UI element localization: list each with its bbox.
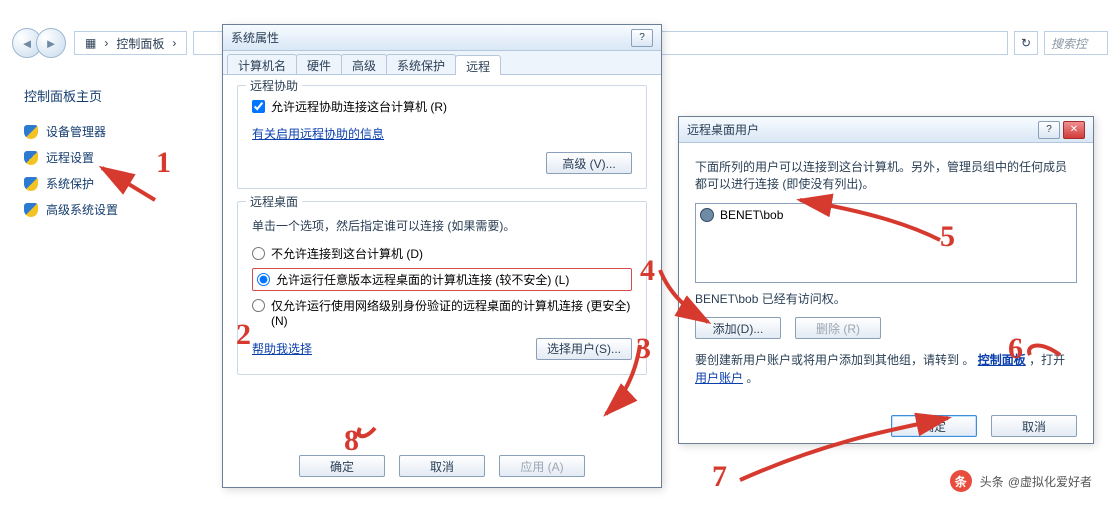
breadcrumb-icon: ▦: [85, 36, 96, 50]
sidebar-item-remote-settings[interactable]: 远程设置: [24, 149, 204, 166]
annotation-7: 7: [712, 460, 727, 494]
radio-allow-any-version[interactable]: 允许运行任意版本远程桌面的计算机连接 (较不安全) (L): [252, 268, 632, 291]
sidebar-item-device-manager[interactable]: 设备管理器: [24, 123, 204, 140]
remote-desktop-group: 远程桌面 单击一个选项，然后指定谁可以连接 (如果需要)。 不允许连接到这台计算…: [237, 201, 647, 375]
intro-text: 下面所列的用户可以连接到这台计算机。另外，管理员组中的任何成员都可以进行连接 (…: [695, 159, 1077, 193]
remote-assist-help-link[interactable]: 有关启用远程协助的信息: [252, 125, 384, 142]
sidebar-item-label: 系统保护: [46, 175, 94, 192]
user-accounts-link[interactable]: 用户账户: [695, 369, 743, 387]
add-user-button[interactable]: 添加(D)...: [695, 317, 781, 339]
ok-button[interactable]: 确定: [299, 455, 385, 477]
apply-button[interactable]: 应用 (A): [499, 455, 585, 477]
help-choose-link[interactable]: 帮助我选择: [252, 340, 312, 357]
sidebar-item-label: 设备管理器: [46, 123, 106, 140]
sidebar-item-system-protection[interactable]: 系统保护: [24, 175, 204, 192]
dialog-titlebar[interactable]: 系统属性 ?: [223, 25, 661, 51]
shield-icon: [24, 151, 38, 165]
dialog-title: 远程桌面用户: [687, 121, 759, 138]
create-user-note: 要创建新用户账户或将用户添加到其他组，请转到 。 控制面板 ，打开 用户账户 。: [695, 351, 1077, 387]
tab-hardware[interactable]: 硬件: [296, 54, 342, 74]
list-item[interactable]: BENET\bob: [700, 208, 1072, 222]
nav-forward-button[interactable]: ►: [36, 28, 66, 58]
dialog-title: 系统属性: [231, 29, 279, 46]
search-input[interactable]: 搜索控: [1044, 31, 1108, 55]
radio-input[interactable]: [252, 247, 265, 260]
tab-computer-name[interactable]: 计算机名: [227, 54, 297, 74]
breadcrumb-sep: ›: [104, 36, 108, 50]
sidebar-title: 控制面板主页: [24, 86, 204, 105]
watermark-author: @虚拟化爱好者: [1008, 473, 1092, 490]
radio-disallow[interactable]: 不允许连接到这台计算机 (D): [252, 245, 632, 262]
remote-assist-advanced-button[interactable]: 高级 (V)...: [546, 152, 632, 174]
help-button[interactable]: ?: [631, 29, 653, 47]
dialog-footer: 确定 取消 应用 (A): [223, 455, 661, 477]
radio-input[interactable]: [257, 273, 270, 286]
remote-desktop-users-dialog: 远程桌面用户 ? ✕ 下面所列的用户可以连接到这台计算机。另外，管理员组中的任何…: [678, 116, 1094, 444]
users-listbox[interactable]: BENET\bob: [695, 203, 1077, 283]
remove-user-button[interactable]: 删除 (R): [795, 317, 881, 339]
select-users-button[interactable]: 选择用户(S)...: [536, 338, 632, 360]
breadcrumb[interactable]: ▦ › 控制面板 ›: [74, 31, 187, 55]
ok-button[interactable]: 确定: [891, 415, 977, 437]
remote-assistance-group: 远程协助 允许远程协助连接这台计算机 (R) 有关启用远程协助的信息 高级 (V…: [237, 85, 647, 189]
shield-icon: [24, 125, 38, 139]
group-legend: 远程协助: [246, 77, 302, 94]
radio-allow-nla-only[interactable]: 仅允许运行使用网络级别身份验证的远程桌面的计算机连接 (更安全) (N): [252, 297, 632, 328]
control-panel-sidebar: 控制面板主页 设备管理器 远程设置 系统保护 高级系统设置: [24, 86, 204, 227]
watermark: 条 头条 @虚拟化爱好者: [950, 470, 1092, 492]
cancel-button[interactable]: 取消: [399, 455, 485, 477]
tab-bar: 计算机名 硬件 高级 系统保护 远程: [223, 51, 661, 75]
watermark-logo-icon: 条: [950, 470, 972, 492]
sidebar-item-label: 高级系统设置: [46, 201, 118, 218]
sidebar-item-advanced-settings[interactable]: 高级系统设置: [24, 201, 204, 218]
user-icon: [700, 208, 714, 222]
radio-label: 允许运行任意版本远程桌面的计算机连接 (较不安全) (L): [276, 271, 569, 288]
close-button[interactable]: ✕: [1063, 121, 1085, 139]
group-legend: 远程桌面: [246, 193, 302, 210]
control-panel-link[interactable]: 控制面板: [978, 351, 1026, 369]
shield-icon: [24, 203, 38, 217]
dialog-titlebar[interactable]: 远程桌面用户 ? ✕: [679, 117, 1093, 143]
radio-label: 不允许连接到这台计算机 (D): [271, 245, 423, 262]
help-button[interactable]: ?: [1038, 121, 1060, 139]
system-properties-dialog: 系统属性 ? 计算机名 硬件 高级 系统保护 远程 远程协助 允许远程协助连接这…: [222, 24, 662, 488]
radio-input[interactable]: [252, 299, 265, 312]
tab-advanced[interactable]: 高级: [341, 54, 387, 74]
checkbox-label: 允许远程协助连接这台计算机 (R): [271, 98, 447, 115]
watermark-prefix: 头条: [980, 473, 1004, 490]
refresh-button[interactable]: ↻: [1014, 31, 1038, 55]
sidebar-item-label: 远程设置: [46, 149, 94, 166]
tab-remote[interactable]: 远程: [455, 55, 501, 75]
group-hint: 单击一个选项，然后指定谁可以连接 (如果需要)。: [252, 218, 632, 235]
radio-label: 仅允许运行使用网络级别身份验证的远程桌面的计算机连接 (更安全) (N): [271, 297, 632, 328]
tab-system-protection[interactable]: 系统保护: [386, 54, 456, 74]
allow-remote-assistance-checkbox[interactable]: 允许远程协助连接这台计算机 (R): [252, 98, 632, 115]
breadcrumb-sep-2: ›: [172, 36, 176, 50]
user-name: BENET\bob: [720, 208, 783, 222]
cancel-button[interactable]: 取消: [991, 415, 1077, 437]
existing-access-note: BENET\bob 已经有访问权。: [695, 291, 1077, 308]
checkbox-input[interactable]: [252, 100, 265, 113]
shield-icon: [24, 177, 38, 191]
breadcrumb-label: 控制面板: [116, 35, 164, 52]
